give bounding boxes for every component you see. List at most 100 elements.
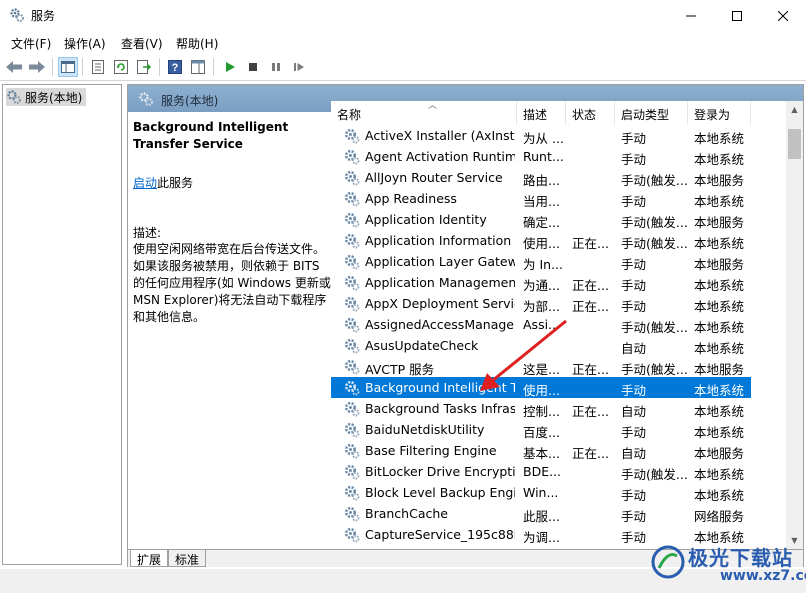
service-row[interactable]: AppX Deployment Servic... 为部... 正在... 手动 本地系… <box>331 293 751 314</box>
service-title: Background Intelligent Transfer Service <box>133 120 289 151</box>
service-name: Block Level Backup Engi... <box>365 485 515 500</box>
tab-standard[interactable]: 标准 <box>168 550 207 567</box>
title-bar: 服务 <box>0 0 806 31</box>
properties-button[interactable] <box>88 57 108 77</box>
action-pane-icon <box>191 60 205 74</box>
console-tree: 服务(本地) <box>2 84 122 565</box>
service-row[interactable]: App Readiness 当用... 手动 本地系统 <box>331 188 751 209</box>
service-row[interactable]: BaiduNetdiskUtility 百度... 手动 本地系统 <box>331 419 751 440</box>
service-description: BDE... <box>523 464 562 479</box>
service-gear-icon <box>344 296 360 312</box>
start-service-button[interactable] <box>220 57 240 77</box>
service-description: 百度... <box>523 425 560 440</box>
watermark-text: 极光下载站 <box>688 546 793 570</box>
service-description: 为 In... <box>523 257 564 272</box>
show-hide-console-tree-button[interactable] <box>58 57 78 77</box>
service-row[interactable]: Background Tasks Infras... 控制... 正在... 自动 本地… <box>331 398 751 419</box>
service-startup-type: 自动 <box>621 446 647 461</box>
pause-service-icon <box>272 63 280 71</box>
service-row[interactable]: BranchCache 此服... 手动 网络服务 <box>331 503 751 524</box>
column-header-logon-as[interactable]: 登录为 <box>688 101 751 125</box>
back-arrow-icon <box>6 61 22 73</box>
service-row[interactable]: Agent Activation Runtime... Runt... 手动 本地系统 <box>331 146 751 167</box>
menu-action[interactable]: 操作(A) <box>64 35 106 52</box>
start-service-link[interactable]: 启动 <box>133 176 157 190</box>
column-header-label: 描述 <box>523 108 548 122</box>
service-name: AllJoyn Router Service <box>365 170 503 185</box>
service-row[interactable]: ActiveX Installer (AxInstSV) 为从 ... 手动 本地系统 <box>331 125 751 146</box>
service-gear-icon <box>344 191 360 207</box>
service-description: 控制... <box>523 404 560 419</box>
service-row[interactable]: AllJoyn Router Service 路由... 手动(触发... 本地服务 <box>331 167 751 188</box>
column-header-label: 启动类型 <box>621 108 670 122</box>
service-startup-type: 手动 <box>621 278 647 293</box>
column-header-name[interactable]: ︿ 名称 <box>331 101 517 125</box>
refresh-button[interactable] <box>111 57 131 77</box>
close-button[interactable] <box>760 0 806 31</box>
service-name: Application Identity <box>365 212 487 227</box>
service-logon-as: 本地服务 <box>694 173 745 188</box>
service-description: Win... <box>523 485 559 500</box>
service-action-suffix: 此服务 <box>157 176 194 190</box>
pane-header-title: 服务(本地) <box>161 94 219 108</box>
restart-service-icon <box>294 63 304 71</box>
service-gear-icon <box>344 128 360 144</box>
toolbar-separator <box>82 58 83 76</box>
service-startup-type: 手动(触发... <box>621 173 688 188</box>
column-header-status[interactable]: 状态 <box>566 101 615 125</box>
column-header-startup-type[interactable]: 启动类型 <box>615 101 688 125</box>
service-gear-icon <box>344 422 360 438</box>
pause-service-button[interactable] <box>266 57 286 77</box>
service-startup-type: 手动 <box>621 488 647 503</box>
toolbar-separator <box>52 58 53 76</box>
menu-file[interactable]: 文件(F) <box>11 35 51 52</box>
service-status: 正在... <box>572 278 609 293</box>
scroll-thumb[interactable] <box>788 129 801 159</box>
service-row[interactable]: BitLocker Drive Encryptio... BDE... 手动(触发.… <box>331 461 751 482</box>
service-row[interactable]: Application Layer Gatewa... 为 In... 手动 本地服务 <box>331 251 751 272</box>
watermark-aurora-icon <box>651 545 685 579</box>
service-row[interactable]: Application Information 使用... 正在... 手动(触发..… <box>331 230 751 251</box>
column-header-description[interactable]: 描述 <box>517 101 566 125</box>
service-row[interactable]: Block Level Backup Engi... Win... 手动 本地系统 <box>331 482 751 503</box>
watermark-logo: 极光下载站 www.xz7.com <box>650 542 806 588</box>
forward-button[interactable] <box>27 57 47 77</box>
service-logon-as: 本地系统 <box>694 320 745 335</box>
action-pane-button[interactable] <box>188 57 208 77</box>
service-gear-icon <box>344 359 360 375</box>
service-gear-icon <box>344 233 360 249</box>
service-startup-type: 手动 <box>621 152 647 167</box>
back-button[interactable] <box>4 57 24 77</box>
scroll-up-icon[interactable]: ▲ <box>786 101 803 118</box>
service-status: 正在... <box>572 236 609 251</box>
services-gear-icon <box>139 92 153 106</box>
service-gear-icon <box>344 401 360 417</box>
service-startup-type: 手动 <box>621 383 647 398</box>
list-header: ︿ 名称 描述 状态 启动类型 登录为 <box>331 101 786 125</box>
menu-help[interactable]: 帮助(H) <box>176 35 218 52</box>
column-header-label: 登录为 <box>694 108 731 122</box>
service-startup-type: 手动 <box>621 509 647 524</box>
service-logon-as: 本地服务 <box>694 257 745 272</box>
service-startup-type: 手动(触发... <box>621 362 688 377</box>
service-row[interactable]: Base Filtering Engine 基本... 正在... 自动 本地服务 <box>331 440 751 461</box>
tree-item-services-local[interactable]: 服务(本地) <box>6 88 87 106</box>
tab-extended[interactable]: 扩展 <box>130 550 169 567</box>
service-description: 为调... <box>523 530 560 545</box>
service-row[interactable]: Application Identity 确定... 手动(触发... 本地服务 <box>331 209 751 230</box>
toolbar-separator <box>159 58 160 76</box>
maximize-button[interactable] <box>714 0 760 31</box>
menu-view[interactable]: 查看(V) <box>121 35 163 52</box>
minimize-button[interactable] <box>668 0 714 31</box>
export-list-icon <box>137 60 151 74</box>
services-gear-icon <box>7 90 21 104</box>
vertical-scrollbar[interactable]: ▲ ▼ <box>786 101 803 549</box>
service-startup-type: 自动 <box>621 341 647 356</box>
refresh-icon <box>114 60 128 74</box>
help-button[interactable]: ? <box>165 57 185 77</box>
service-row[interactable]: Application Management 为通... 正在... 手动 本地系统 <box>331 272 751 293</box>
service-status: 正在... <box>572 446 609 461</box>
export-list-button[interactable] <box>134 57 154 77</box>
stop-service-button[interactable] <box>243 57 263 77</box>
restart-service-button[interactable] <box>289 57 309 77</box>
